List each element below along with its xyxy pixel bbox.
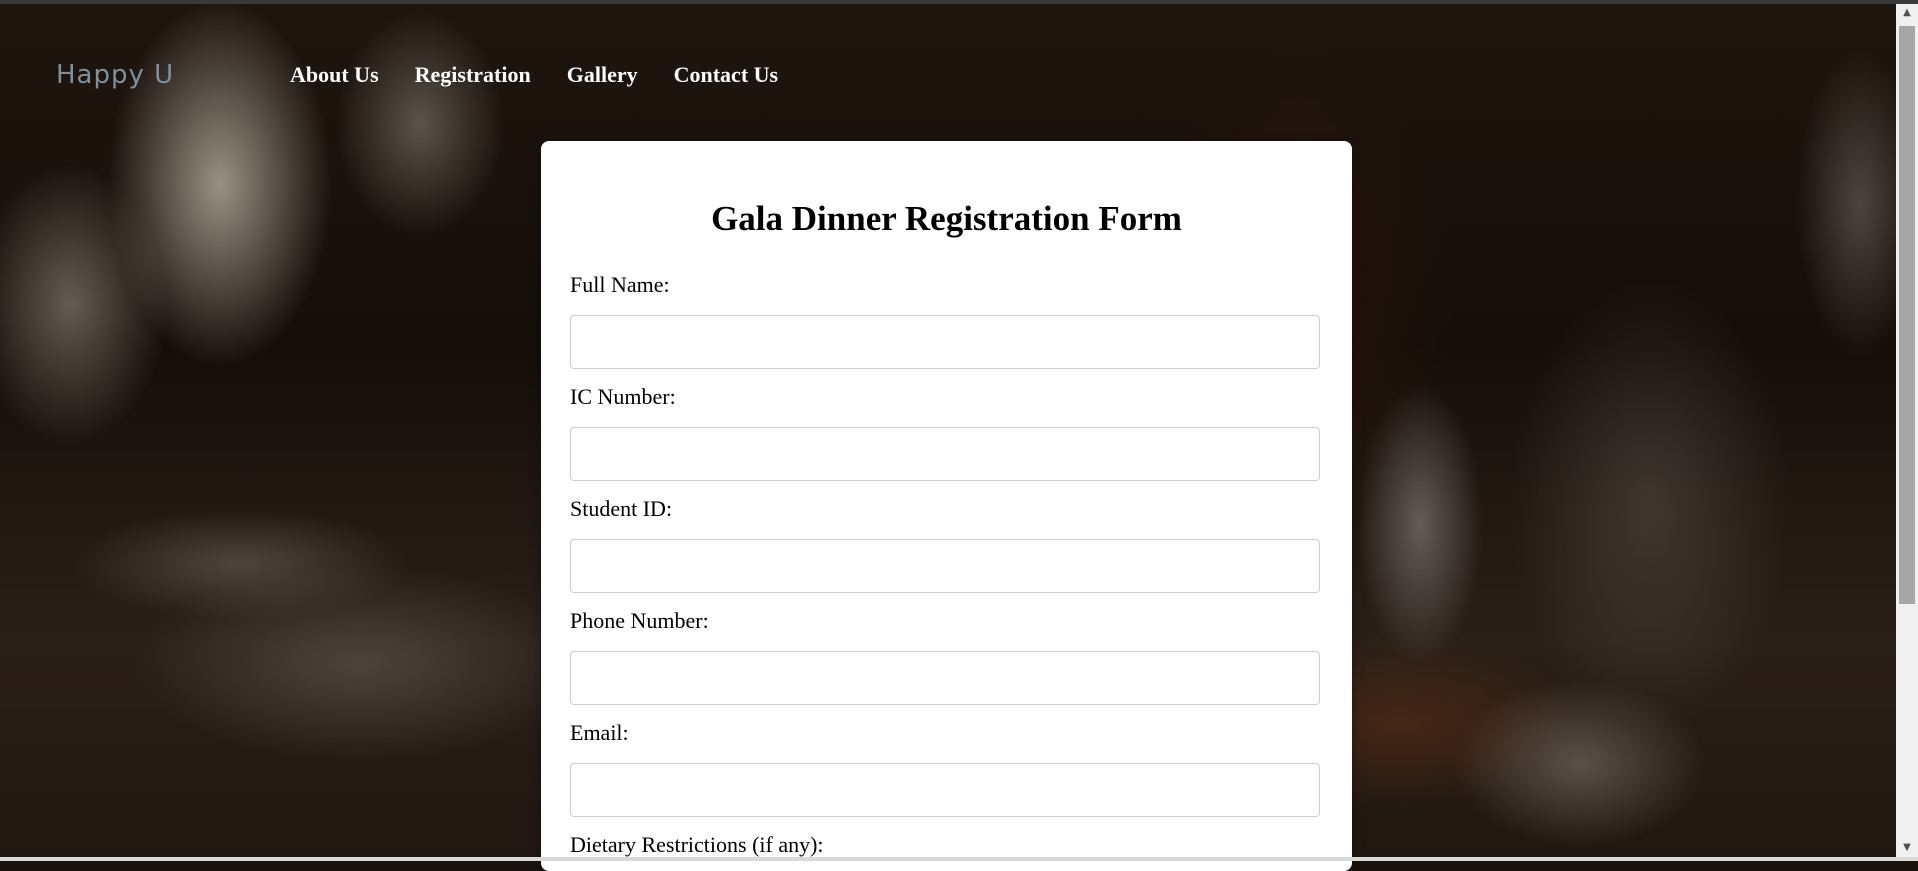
- scroll-up-arrow-icon[interactable]: ▲: [1896, 4, 1918, 22]
- window-bottom-border: [0, 857, 1918, 861]
- nav-gallery[interactable]: Gallery: [567, 62, 638, 88]
- nav-registration[interactable]: Registration: [415, 62, 531, 88]
- ic-number-label: IC Number:: [570, 384, 676, 409]
- site-logo[interactable]: Happy U: [56, 60, 174, 90]
- registration-form-card: Gala Dinner Registration Form Full Name:…: [541, 141, 1352, 871]
- phone-number-label: Phone Number:: [570, 608, 709, 633]
- main-nav: About Us Registration Gallery Contact Us: [290, 62, 778, 88]
- phone-number-input[interactable]: [570, 651, 1320, 705]
- page-scrollbar[interactable]: ▲ ▼: [1896, 4, 1918, 857]
- form-title: Gala Dinner Registration Form: [711, 199, 1182, 238]
- dietary-restrictions-label: Dietary Restrictions (if any):: [570, 832, 824, 857]
- nav-contact-us[interactable]: Contact Us: [674, 62, 779, 88]
- student-id-label: Student ID:: [570, 496, 673, 521]
- nav-about-us[interactable]: About Us: [290, 62, 379, 88]
- window-top-border: [0, 0, 1918, 4]
- email-label: Email:: [570, 720, 629, 745]
- email-input[interactable]: [570, 763, 1320, 817]
- student-id-input[interactable]: [570, 539, 1320, 593]
- scrollbar-thumb[interactable]: [1899, 26, 1915, 604]
- full-name-label: Full Name:: [570, 272, 670, 297]
- ic-number-input[interactable]: [570, 427, 1320, 481]
- scroll-down-arrow-icon[interactable]: ▼: [1896, 839, 1918, 857]
- full-name-input[interactable]: [570, 315, 1320, 369]
